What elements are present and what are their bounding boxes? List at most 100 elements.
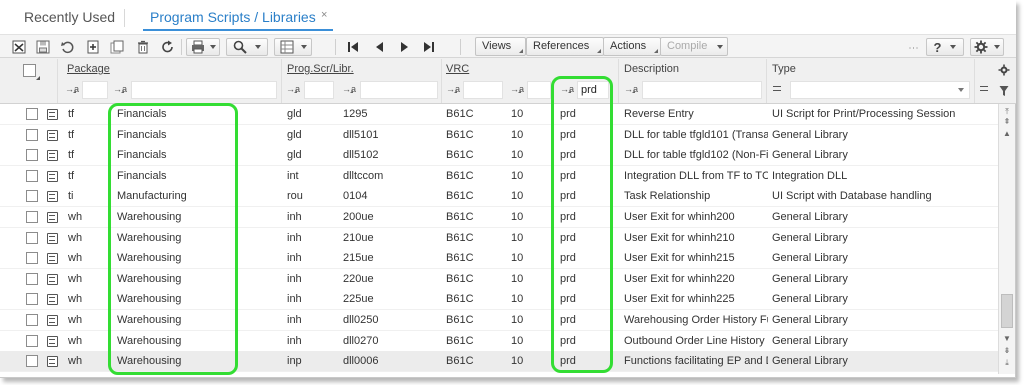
vertical-scrollbar[interactable]: ⤒ ⇞ ▲ ▼ ⇟ ⤓ [998, 104, 1015, 374]
equals-operator-icon[interactable] [980, 86, 988, 91]
scroll-down-icon[interactable]: ▼ [1001, 334, 1013, 343]
column-package[interactable]: Package [67, 63, 110, 75]
table-row[interactable]: tf Financials gld dll5101 B61C 10 prd DLL for t… [0, 124, 998, 146]
filter-operator[interactable]: →a [113, 81, 127, 99]
previous-record-icon[interactable] [370, 38, 388, 56]
open-details-icon[interactable] [47, 191, 58, 203]
filter-type[interactable] [790, 81, 970, 99]
table-row[interactable]: wh Warehousing inh 215ue B61C 10 prd User Exit … [0, 248, 998, 270]
open-details-icon[interactable] [47, 212, 58, 223]
open-details-icon[interactable] [47, 170, 58, 182]
table-row[interactable]: wh Warehousing inh dll0250 B61C 10 prd Warehous… [0, 310, 998, 331]
table-row[interactable]: wh Warehousing inh 210ue B61C 10 prd User Exit … [0, 227, 998, 249]
open-details-icon[interactable] [47, 356, 58, 368]
search-dropdown-button[interactable] [226, 38, 268, 56]
table-row[interactable]: wh Warehousing inh dll0270 B61C 10 prd Outbound… [0, 330, 998, 352]
delete-icon[interactable] [134, 38, 152, 56]
cell-program: 225ue [343, 293, 374, 306]
row-checkbox[interactable] [26, 355, 38, 368]
scrollbar-thumb[interactable] [1001, 294, 1013, 328]
table-row[interactable]: wh Warehousing inh 225ue B61C 10 prd User Exit … [0, 289, 998, 311]
tab-recently-used[interactable]: Recently Used [24, 9, 115, 25]
actions-button[interactable]: Actions [603, 37, 662, 56]
filter-operator[interactable]: →a [510, 81, 524, 99]
settings-dropdown-button[interactable] [970, 38, 1004, 56]
table-row[interactable]: wh Warehousing inh 200ue B61C 10 prd User Exit … [0, 207, 998, 228]
row-checkbox[interactable] [26, 272, 38, 285]
open-details-icon[interactable] [47, 253, 58, 265]
filter-vrc-release[interactable] [527, 81, 551, 99]
filter-operator[interactable]: →a [342, 81, 356, 99]
last-record-icon[interactable] [420, 38, 438, 56]
open-details-icon[interactable] [47, 335, 58, 347]
filter-operator[interactable]: →a [446, 81, 460, 99]
help-dropdown-button[interactable]: ? [926, 38, 964, 56]
new-record-icon[interactable] [84, 38, 102, 56]
filter-operator[interactable]: →a [624, 81, 638, 99]
table-row[interactable]: tf Financials gld 1295 B61C 10 prd Reverse Entr… [0, 104, 998, 125]
print-dropdown-button[interactable] [186, 38, 220, 56]
refresh-icon[interactable] [159, 38, 177, 56]
row-checkbox[interactable] [26, 108, 38, 120]
open-details-icon[interactable] [47, 294, 58, 306]
column-type[interactable]: Type [772, 63, 796, 75]
compile-button[interactable]: Compile [660, 37, 729, 56]
column-settings-icon[interactable] [998, 64, 1010, 76]
references-button[interactable]: References [526, 37, 605, 56]
row-checkbox[interactable] [26, 334, 38, 347]
tab-close-icon[interactable]: × [321, 9, 327, 21]
filter-operator[interactable]: →a [65, 81, 79, 99]
column-vrc[interactable]: VRC [446, 63, 469, 75]
row-checkbox[interactable] [26, 252, 38, 265]
filter-operator[interactable]: →a [560, 81, 574, 99]
row-checkbox[interactable] [26, 128, 38, 141]
scroll-page-down-icon[interactable]: ⇟ [1001, 346, 1013, 355]
open-details-icon[interactable] [47, 129, 58, 141]
scroll-page-up-icon[interactable]: ⇞ [1001, 117, 1013, 126]
filter-vrc-version[interactable] [463, 81, 503, 99]
table-row[interactable]: tf Financials gld dll5102 B61C 10 prd DLL for t… [0, 145, 998, 167]
filter-operator[interactable]: →a [286, 81, 300, 99]
export-dropdown-button[interactable] [274, 38, 312, 56]
row-checkbox[interactable] [26, 149, 38, 162]
first-record-icon[interactable] [344, 38, 362, 56]
select-all-icon[interactable] [10, 38, 28, 56]
row-checkbox[interactable] [26, 314, 38, 326]
scroll-bottom-icon[interactable]: ⤓ [1001, 358, 1013, 367]
open-details-icon[interactable] [47, 315, 58, 326]
tab-program-scripts-libraries[interactable]: Program Scripts / Libraries [150, 9, 316, 25]
open-details-icon[interactable] [47, 150, 58, 162]
table-row[interactable]: wh Warehousing inp dll0006 B61C 10 prd Function… [0, 351, 998, 373]
filter-program[interactable] [360, 81, 438, 99]
next-record-icon[interactable] [396, 38, 414, 56]
undo-icon[interactable] [58, 38, 76, 56]
equals-operator-icon[interactable] [773, 86, 781, 91]
table-row[interactable]: wh Warehousing inh 220ue B61C 10 prd User Exit … [0, 268, 998, 290]
scroll-up-icon[interactable]: ▲ [1001, 129, 1013, 138]
views-button[interactable]: Views [475, 37, 527, 56]
filter-description[interactable] [642, 81, 762, 99]
filter-icon[interactable] [999, 85, 1009, 97]
chevron-down-icon[interactable] [958, 88, 964, 92]
row-checkbox[interactable] [26, 211, 38, 223]
open-details-icon[interactable] [47, 273, 58, 285]
open-details-icon[interactable] [47, 232, 58, 244]
open-details-icon[interactable] [47, 109, 58, 120]
column-description[interactable]: Description [624, 63, 679, 75]
save-icon[interactable] [34, 38, 52, 56]
select-all-checkbox[interactable] [23, 64, 36, 77]
row-checkbox[interactable] [26, 231, 38, 244]
filter-package[interactable] [82, 81, 108, 99]
filter-package-description[interactable] [131, 81, 277, 99]
column-prog-scr-libr[interactable]: Prog.Scr/Libr. [287, 63, 354, 75]
cell-package: tf [68, 169, 75, 182]
copy-record-icon[interactable] [108, 38, 126, 56]
filter-vrc-customer[interactable]: prd [577, 81, 609, 99]
row-checkbox[interactable] [26, 190, 38, 203]
scroll-top-icon[interactable]: ⤒ [1001, 107, 1013, 116]
filter-module[interactable] [304, 81, 334, 99]
row-checkbox[interactable] [26, 169, 38, 182]
table-row[interactable]: tf Financials int dlltccom B61C 10 prd Integrat… [0, 165, 998, 187]
row-checkbox[interactable] [26, 293, 38, 306]
table-row[interactable]: ti Manufacturing rou 0104 B61C 10 prd Task Rela… [0, 186, 998, 208]
